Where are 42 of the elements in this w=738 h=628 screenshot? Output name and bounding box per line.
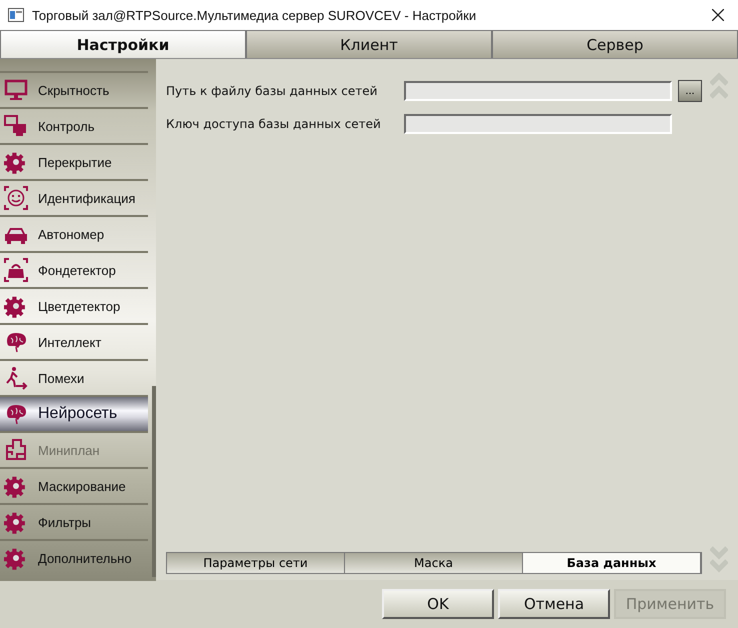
- gear-icon: [4, 474, 28, 498]
- sidebar-item[interactable]: Маскирование: [0, 467, 148, 503]
- walker-icon: [4, 366, 28, 390]
- scrollbar[interactable]: [152, 386, 156, 577]
- app-window-icon: [8, 8, 24, 22]
- tab[interactable]: Настройки: [0, 30, 246, 58]
- field-label: Путь к файлу базы данных сетей: [166, 84, 378, 98]
- computers-icon: [4, 114, 28, 138]
- gear-icon: [4, 294, 28, 318]
- brain-icon: [4, 330, 28, 354]
- bag-icon: [4, 258, 28, 282]
- tab[interactable]: Клиент: [246, 30, 492, 58]
- text-field[interactable]: [404, 81, 672, 101]
- sidebar-item[interactable]: Перекрытие: [0, 143, 148, 179]
- browse-button[interactable]: ...: [678, 80, 702, 102]
- floor-plan-icon: [4, 438, 28, 462]
- tab[interactable]: Сервер: [492, 30, 738, 58]
- close-icon[interactable]: [712, 9, 724, 21]
- sidebar-item[interactable]: Фильтры: [0, 503, 148, 539]
- tab[interactable]: База данных: [523, 553, 701, 573]
- sidebar-item[interactable]: Фондетектор: [0, 251, 148, 287]
- dialog-button[interactable]: Отмена: [498, 589, 610, 619]
- gear-icon: [4, 546, 28, 570]
- sidebar-item[interactable]: Дополнительно: [0, 539, 148, 575]
- field-label: Ключ доступа базы данных сетей: [166, 117, 382, 131]
- sidebar-item[interactable]: Идентификация: [0, 179, 148, 215]
- window-title: Торговый зал@RTPSource.Мультимедиа сервер SUROVCEV - Настройки: [32, 8, 478, 22]
- tab[interactable]: Параметры сети: [167, 553, 345, 573]
- dialog-button[interactable]: OK: [382, 589, 494, 619]
- sidebar-item[interactable]: Интеллект: [0, 323, 148, 359]
- sidebar-item[interactable]: Автономер: [0, 215, 148, 251]
- sidebar-item[interactable]: Цветдетектор: [0, 287, 148, 323]
- monitor-icon: [4, 78, 28, 102]
- sidebar-item[interactable]: Контроль: [0, 107, 148, 143]
- brain-icon: [4, 402, 28, 426]
- sidebar-item[interactable]: Скрытность: [0, 71, 148, 107]
- sidebar-item[interactable]: Нейросеть: [0, 395, 148, 431]
- text-field[interactable]: [404, 114, 672, 134]
- face-icon: [4, 186, 28, 210]
- tab[interactable]: Маска: [345, 553, 523, 573]
- gear-icon: [4, 510, 28, 534]
- gear-icon: [4, 150, 28, 174]
